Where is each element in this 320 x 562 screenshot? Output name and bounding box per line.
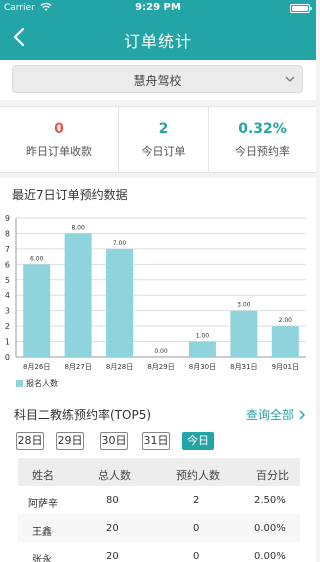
day-tab-29[interactable]: 29日 — [56, 432, 84, 450]
day-tab-30[interactable]: 30日 — [100, 432, 128, 450]
table-header: 姓名 总人数 预约人数 百分比 — [18, 458, 300, 486]
bar — [188, 341, 216, 357]
coach-booking-rate-section: 科目二教练预约率(TOP5) 查询全部 28日 29日 30日 31日 今日 姓… — [0, 396, 316, 562]
chart-card: 最近7日订单预约数据 0 1 2 3 4 5 6 7 8 9 6.00 8月26日 8.00 8月27日 7… — [0, 178, 316, 396]
y-tick-label: 9 — [5, 214, 10, 223]
x-tick-label: 8月31日 — [230, 363, 257, 371]
bar-value-label: 8.00 — [71, 224, 85, 231]
day-tab-28[interactable]: 28日 — [16, 432, 44, 450]
column-header: 总人数 — [98, 469, 131, 482]
stat-value: 0.32% — [238, 121, 287, 137]
stat-today-orders: 2 今日订单 — [118, 107, 208, 173]
bar — [64, 233, 92, 357]
bar — [271, 326, 299, 357]
y-tick-label: 1 — [5, 338, 10, 347]
column-header: 预约人数 — [176, 469, 220, 482]
column-header: 姓名 — [32, 469, 54, 482]
x-tick-label: 8月29日 — [147, 363, 174, 371]
coach-table: 姓名 总人数 预约人数 百分比 阿萨辛 80 2 2.50% 王鑫 20 0 0… — [18, 458, 300, 562]
cell-percent: 0.00% — [254, 523, 286, 534]
cell-name: 阿萨辛 — [28, 499, 58, 510]
day-tab-today[interactable]: 今日 — [182, 432, 214, 450]
y-tick-label: 5 — [5, 276, 10, 285]
stat-value: 0 — [54, 121, 64, 137]
bar-chart: 0 1 2 3 4 5 6 7 8 9 6.00 8月26日 8.00 8月27日 7.00 8月28日 0.0… — [5, 214, 306, 371]
stat-label: 昨日订单收款 — [26, 145, 92, 158]
y-tick-label: 0 — [5, 353, 10, 362]
chart-legend: 报名人数 — [16, 378, 58, 389]
nav-bar: 订单统计 — [0, 16, 316, 60]
battery-icon — [290, 4, 312, 13]
chevron-right-icon — [299, 410, 305, 420]
legend-swatch — [16, 380, 23, 387]
y-tick-label: 6 — [5, 260, 10, 269]
cell-booked: 0 — [193, 551, 200, 562]
legend-label: 报名人数 — [26, 379, 58, 388]
y-tick-label: 3 — [5, 307, 10, 316]
stat-label: 今日订单 — [141, 145, 186, 158]
y-tick-label: 8 — [5, 229, 10, 238]
page-title: 订单统计 — [123, 32, 192, 51]
x-tick-label: 8月27日 — [64, 363, 91, 371]
column-header: 百分比 — [256, 469, 289, 482]
view-all-link[interactable]: 查询全部 — [246, 406, 306, 423]
school-dropdown-value: 慧舟驾校 — [133, 74, 182, 88]
day-tab-31[interactable]: 31日 — [142, 432, 170, 450]
stat-yesterday-revenue: 0 昨日订单收款 — [0, 107, 118, 173]
school-dropdown[interactable]: 慧舟驾校 — [12, 65, 303, 93]
cell-name: 王鑫 — [32, 527, 52, 538]
cell-percent: 0.00% — [254, 551, 286, 562]
stat-today-booking-rate: 0.32% 今日预约率 — [208, 107, 316, 173]
summary-stats: 0 昨日订单收款 2 今日订单 0.32% 今日预约率 — [0, 106, 316, 173]
bar-value-label: 1.00 — [196, 333, 210, 340]
chevron-down-icon — [285, 76, 295, 82]
school-select-area: 慧舟驾校 — [0, 60, 316, 100]
bar-value-label: 2.00 — [279, 317, 293, 324]
chart-title: 最近7日订单预约数据 — [12, 188, 128, 202]
y-tick-label: 4 — [5, 291, 10, 300]
stat-value: 2 — [158, 121, 169, 137]
x-tick-label: 8月30日 — [189, 363, 216, 371]
cell-booked: 2 — [193, 495, 200, 506]
x-tick-label: 9月01日 — [272, 363, 299, 371]
cell-percent: 2.50% — [254, 495, 286, 506]
section-title: 科目二教练预约率(TOP5) — [14, 408, 152, 422]
table-row[interactable]: 张永 20 0 0.00% — [18, 542, 300, 562]
table-row[interactable]: 王鑫 20 0 0.00% — [18, 514, 300, 542]
cell-total: 20 — [106, 523, 119, 534]
cell-name: 张永 — [32, 555, 52, 562]
bar — [230, 310, 258, 357]
x-tick-label: 8月26日 — [23, 363, 50, 371]
bar-value-label: 6.00 — [30, 255, 44, 262]
bar-value-label: 3.00 — [237, 302, 251, 309]
view-all-label: 查询全部 — [245, 408, 294, 422]
bar-value-label: 0.00 — [154, 348, 168, 355]
status-bar: Carrier 9:29 PM — [0, 0, 316, 16]
x-tick-label: 8月28日 — [106, 363, 133, 371]
cell-booked: 0 — [193, 523, 200, 534]
table-row[interactable]: 阿萨辛 80 2 2.50% — [18, 486, 300, 514]
cell-total: 20 — [106, 551, 119, 562]
status-time: 9:29 PM — [135, 2, 181, 13]
bar — [23, 264, 51, 357]
y-tick-label: 7 — [5, 245, 10, 254]
bar-value-label: 7.00 — [113, 240, 127, 247]
stat-label: 今日预约率 — [235, 145, 290, 158]
bar — [106, 248, 134, 357]
y-tick-label: 2 — [5, 322, 10, 331]
cell-total: 80 — [106, 495, 119, 506]
